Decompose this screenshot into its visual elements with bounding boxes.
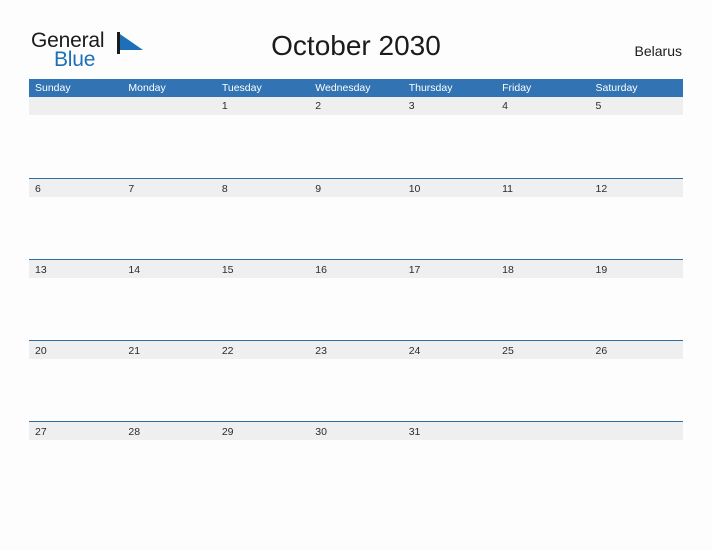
day-cell[interactable]: 27 (29, 423, 122, 441)
day-cell[interactable]: 22 (216, 342, 309, 360)
calendar-page: General Blue October 2030 Belarus Sunday… (0, 0, 712, 550)
day-cell[interactable]: 7 (122, 180, 215, 198)
calendar-week-row: 1 2 3 4 5 (29, 97, 683, 178)
day-cell[interactable]: 1 (216, 97, 309, 115)
day-cell[interactable]: 13 (29, 261, 122, 279)
day-header-saturday: Saturday (595, 82, 638, 94)
day-cell[interactable]: 21 (122, 342, 215, 360)
day-cell[interactable]: 17 (403, 261, 496, 279)
calendar-week-row: 27 28 29 30 31 (29, 421, 683, 502)
day-header-friday: Friday (502, 82, 532, 94)
day-header-thursday: Thursday (408, 82, 453, 94)
day-cell[interactable]: 18 (496, 261, 589, 279)
day-cell[interactable]: 25 (496, 342, 589, 360)
day-cell[interactable]: 20 (29, 342, 122, 360)
calendar-table: Sunday Monday Tuesday Wednesday Thursday… (29, 79, 683, 502)
day-cell[interactable] (29, 97, 122, 115)
day-cell[interactable]: 10 (403, 180, 496, 198)
day-header-sunday: Sunday (35, 82, 71, 94)
day-cell[interactable]: 5 (590, 97, 683, 115)
day-cell[interactable]: 6 (29, 180, 122, 198)
country-label: Belarus (634, 43, 682, 59)
calendar-week-row: 20 21 22 23 24 25 26 (29, 340, 683, 421)
calendar-week-row: 13 14 15 16 17 18 19 (29, 259, 683, 340)
day-header-tuesday: Tuesday (221, 82, 262, 94)
day-cell[interactable] (496, 423, 589, 441)
day-cell[interactable]: 15 (216, 261, 309, 279)
day-cell[interactable]: 11 (496, 180, 589, 198)
day-cell[interactable]: 29 (216, 423, 309, 441)
day-cell[interactable]: 19 (590, 261, 683, 279)
day-of-week-header-row: Sunday Monday Tuesday Wednesday Thursday… (29, 79, 683, 97)
day-cell[interactable]: 30 (309, 423, 402, 441)
day-cell[interactable] (122, 97, 215, 115)
day-cell[interactable]: 4 (496, 97, 589, 115)
day-cell[interactable]: 3 (403, 97, 496, 115)
day-cell[interactable] (590, 423, 683, 441)
day-cell[interactable]: 31 (403, 423, 496, 441)
day-cell[interactable]: 14 (122, 261, 215, 279)
day-cell[interactable]: 28 (122, 423, 215, 441)
calendar-week-row: 6 7 8 9 10 11 12 (29, 178, 683, 259)
day-header-wednesday: Wednesday (315, 82, 371, 94)
page-header: General Blue October 2030 Belarus (0, 0, 712, 76)
day-cell[interactable]: 16 (309, 261, 402, 279)
day-header-monday: Monday (128, 82, 166, 94)
day-cell[interactable]: 26 (590, 342, 683, 360)
day-cell[interactable]: 9 (309, 180, 402, 198)
page-title: October 2030 (271, 30, 441, 61)
day-cell[interactable]: 12 (590, 180, 683, 198)
day-cell[interactable]: 24 (403, 342, 496, 360)
day-cell[interactable]: 23 (309, 342, 402, 360)
day-cell[interactable]: 2 (309, 97, 402, 115)
day-cell[interactable]: 8 (216, 180, 309, 198)
